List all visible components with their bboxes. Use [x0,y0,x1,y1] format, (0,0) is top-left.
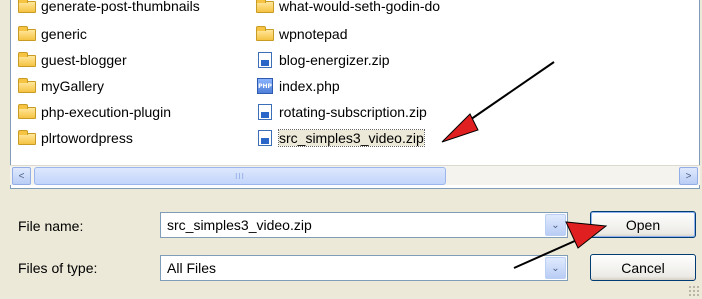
folder-icon [17,130,37,146]
folder-icon [17,104,37,120]
list-item[interactable]: plrtowordpress [17,127,133,149]
list-item-label: guest-blogger [41,52,127,68]
list-item[interactable]: PHP index.php [255,75,340,97]
open-button[interactable]: Open [590,211,696,238]
chevron-left-icon: < [18,170,25,182]
list-item-label: index.php [279,78,340,94]
list-item[interactable]: guest-blogger [17,49,127,71]
list-item-label: src_simples3_video.zip [278,129,425,147]
list-item[interactable]: blog-energizer.zip [255,49,390,71]
zip-file-icon [255,52,275,68]
list-item[interactable]: myGallery [17,75,104,97]
scrollbar-thumb[interactable]: III [34,167,446,185]
resize-grip-icon[interactable] [688,285,700,297]
file-name-label: File name: [18,218,84,234]
files-of-type-label: Files of type: [18,260,98,276]
list-item[interactable]: generate-post-thumbnails [17,0,200,17]
folder-icon [255,0,275,14]
folder-icon [17,0,37,14]
cancel-button[interactable]: Cancel [590,254,696,281]
list-item-label: generic [41,26,87,42]
list-item-label: generate-post-thumbnails [41,0,200,14]
list-item-label: wpnotepad [279,26,348,42]
list-item-label: myGallery [41,78,105,94]
chevron-right-icon: > [685,170,692,182]
files-of-type-combo[interactable]: All Files ⌄ [160,255,568,281]
file-list-pane[interactable]: generate-post-thumbnails generic guest-b… [10,0,700,189]
list-item[interactable]: generic [17,23,87,45]
list-item-label: plrtowordpress [41,130,133,146]
folder-icon [255,26,275,42]
folder-icon [17,52,37,68]
list-item-label: blog-energizer.zip [279,52,390,68]
zip-file-icon [255,104,275,120]
file-name-field[interactable]: src_simples3_video.zip [167,217,312,233]
chevron-down-icon: ⌄ [551,219,560,231]
list-item-selected[interactable]: src_simples3_video.zip [255,127,425,149]
horizontal-scrollbar[interactable]: < III > [10,165,700,185]
files-of-type-field: All Files [167,260,217,276]
file-name-dropdown-button[interactable]: ⌄ [545,214,566,236]
folder-icon [17,78,37,94]
list-item-label: php-execution-plugin [41,104,171,120]
list-item[interactable]: what-would-seth-godin-do [255,0,440,17]
list-item[interactable]: wpnotepad [255,23,348,45]
list-item-label: rotating-subscription.zip [279,104,427,120]
folder-icon [17,26,37,42]
list-item[interactable]: rotating-subscription.zip [255,101,427,123]
list-item-label: what-would-seth-godin-do [279,0,441,14]
php-file-icon: PHP [255,78,275,94]
chevron-down-icon: ⌄ [551,262,560,274]
file-name-combo[interactable]: src_simples3_video.zip ⌄ [160,212,568,238]
scroll-right-button[interactable]: > [679,167,698,185]
files-of-type-dropdown-button[interactable]: ⌄ [545,257,566,279]
zip-file-icon [255,130,275,146]
scroll-left-button[interactable]: < [12,167,31,185]
scrollbar-grip-icon: III [235,171,245,181]
list-item[interactable]: php-execution-plugin [17,101,171,123]
